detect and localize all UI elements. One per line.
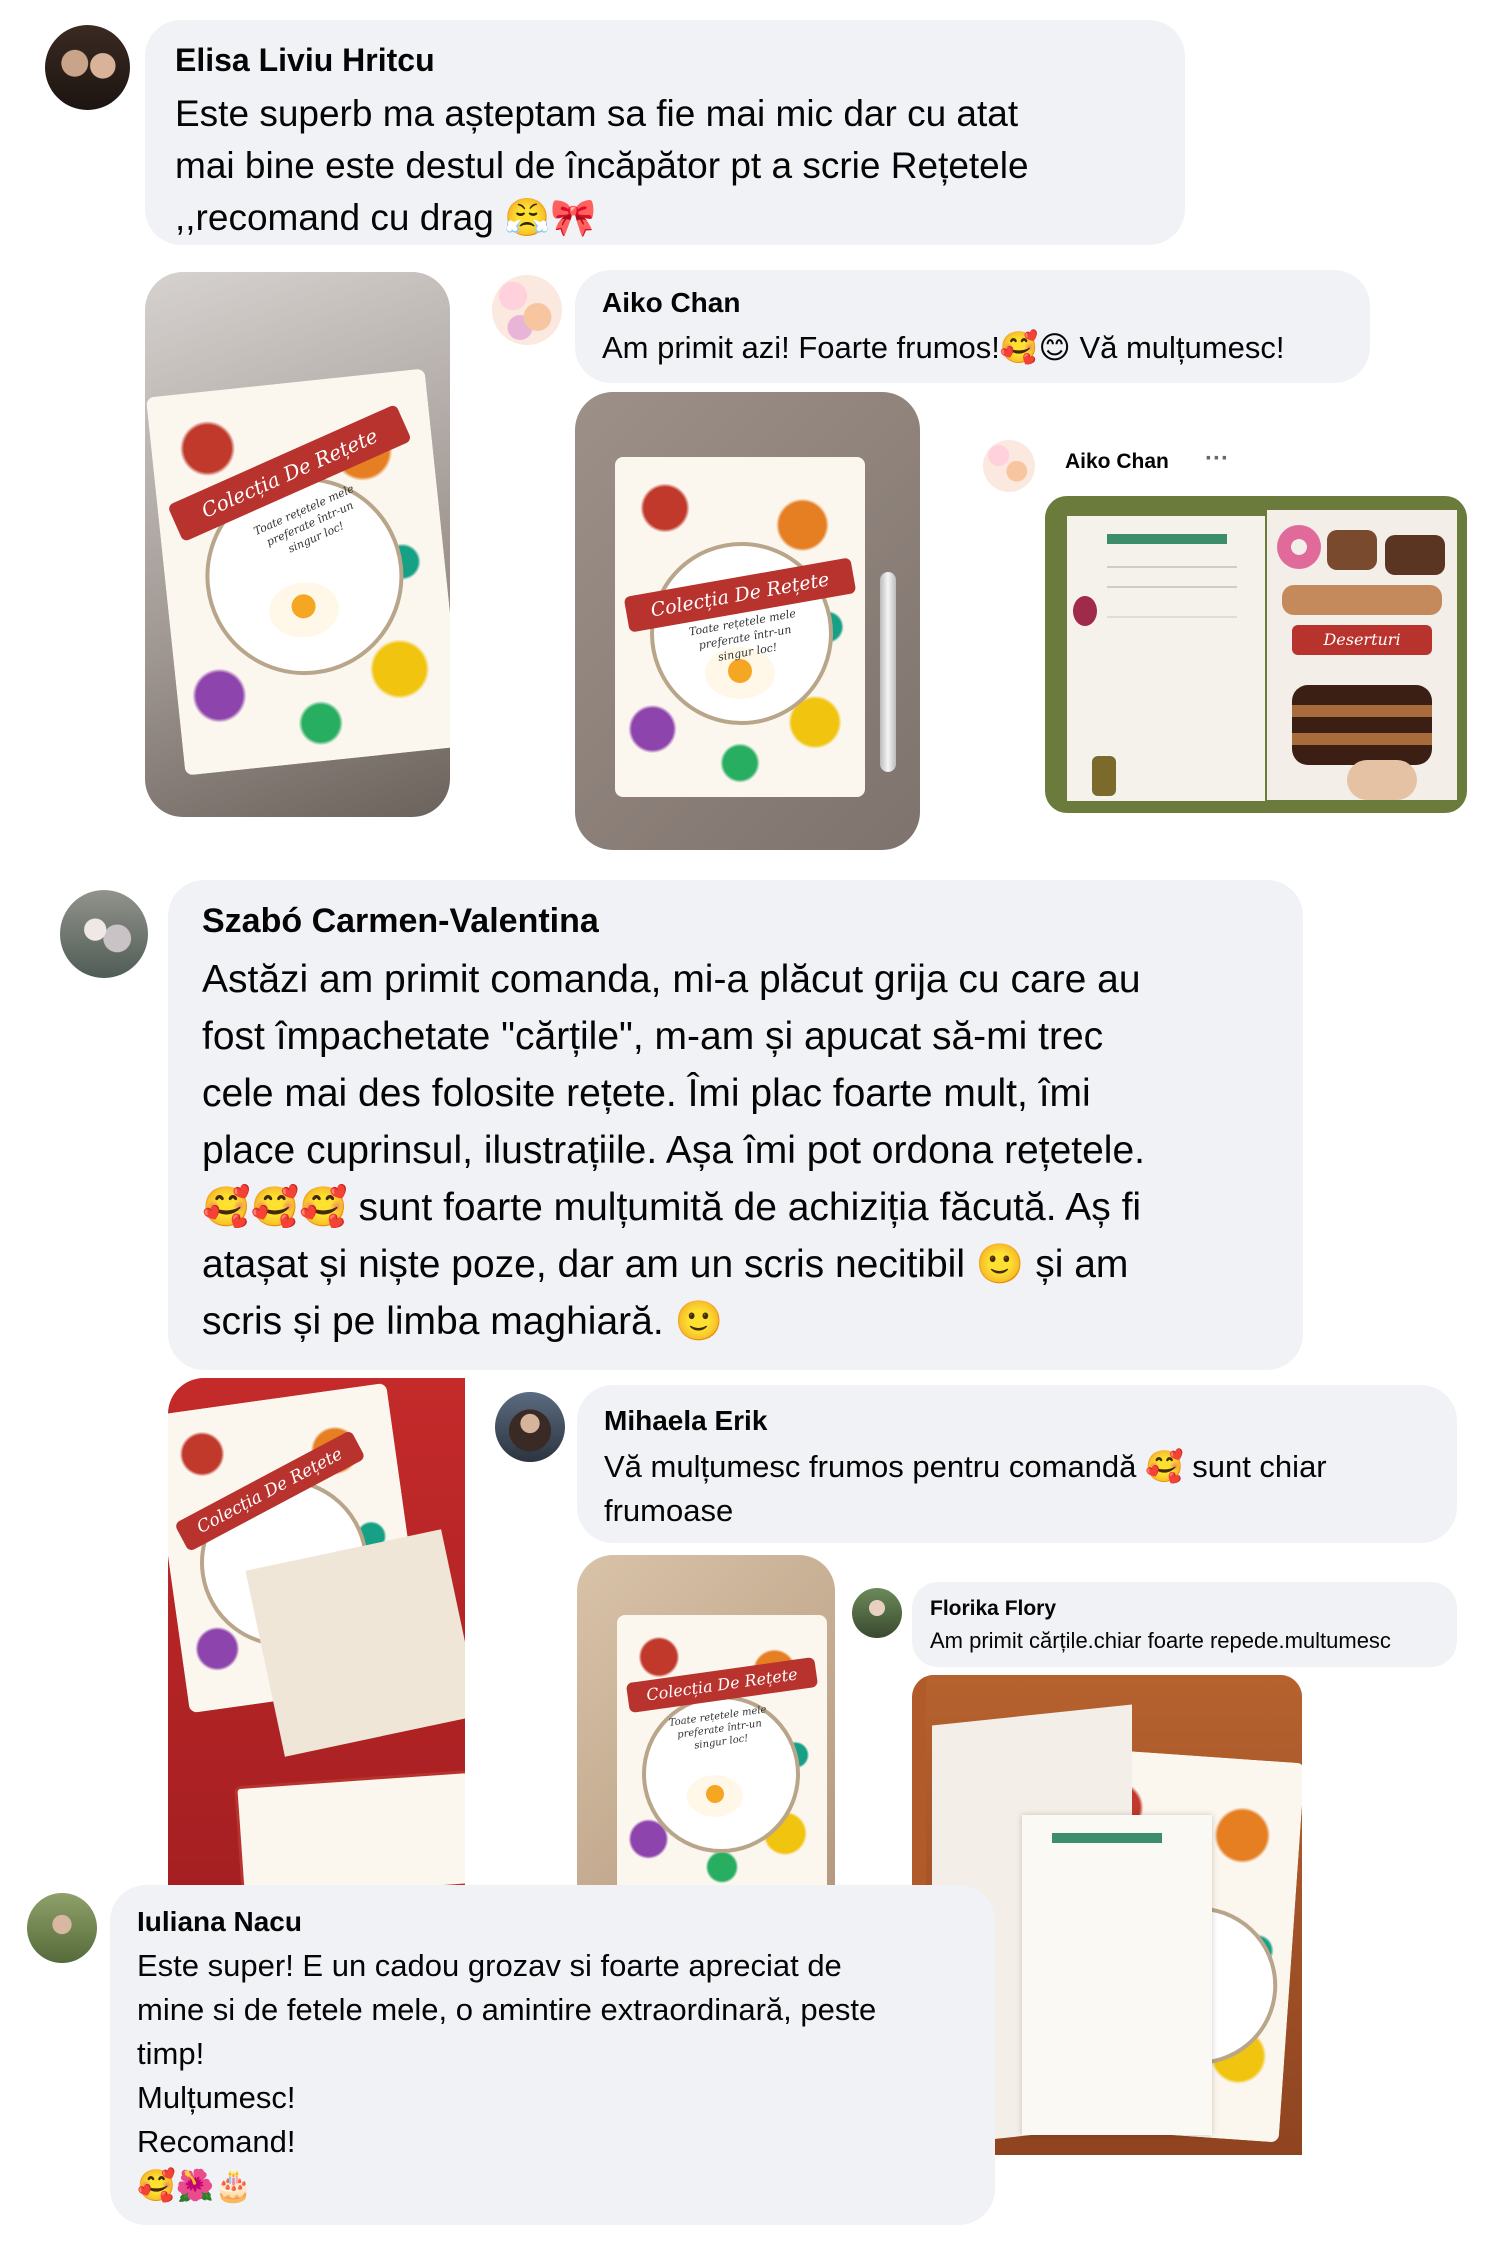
egg-yolk-illustration xyxy=(706,1785,724,1803)
comment-author-name[interactable]: Mihaela Erik xyxy=(604,1405,767,1437)
pastry-illustration xyxy=(1327,530,1377,570)
comment-text: Astăzi am primit comanda, mi-a plăcut gr… xyxy=(202,958,1145,1343)
page-header-bar xyxy=(1107,534,1227,544)
book-open-cover xyxy=(234,1769,465,1888)
comment-photo-elisa[interactable]: Colecția De Rețete Toate rețetele mele p… xyxy=(145,272,450,817)
more-options-icon[interactable]: ··· xyxy=(1205,445,1229,473)
comment-author-name[interactable]: Elisa Liviu Hritcu xyxy=(175,42,435,79)
cake-illustration xyxy=(1292,685,1432,765)
pen-illustration xyxy=(880,572,896,772)
book-cover-image: Colecția De Rețete Toate rețetele mele p… xyxy=(145,368,450,776)
sweets-illustration xyxy=(1282,585,1442,615)
post-author-name[interactable]: Aiko Chan xyxy=(1065,450,1169,474)
page-line xyxy=(1107,586,1237,588)
avatar-aiko-small[interactable] xyxy=(983,440,1035,492)
book-cover-image: Colecția De Rețete Toate rețetele mele p… xyxy=(615,457,865,797)
comment-photo-aiko-1[interactable]: Colecția De Rețete Toate rețetele mele p… xyxy=(575,392,920,850)
avatar-szabo[interactable] xyxy=(60,890,148,978)
page-line xyxy=(1107,566,1237,568)
comment-author-name[interactable]: Aiko Chan xyxy=(602,287,740,319)
avatar-iuliana[interactable] xyxy=(27,1893,97,1963)
open-book-left-page xyxy=(1067,516,1265,801)
comment-text: Am primit azi! Foarte frumos!🥰😊 Vă mulțu… xyxy=(602,330,1285,365)
pastry-illustration xyxy=(1385,535,1445,575)
comment-author-name[interactable]: Szabó Carmen-Valentina xyxy=(202,902,599,941)
beet-illustration xyxy=(1073,596,1097,626)
page-header-bar xyxy=(1052,1833,1162,1843)
page-line xyxy=(1107,616,1237,618)
comment-text: Este super! E un cadou grozav si foarte … xyxy=(137,1948,877,2203)
comment-photo-aiko-2[interactable]: Deserturi xyxy=(1045,496,1467,813)
hand-image xyxy=(1347,760,1417,800)
comment-text: Am primit cărțile.chiar foarte repede.mu… xyxy=(930,1628,1391,1653)
comment-text: Vă mulțumesc frumos pentru comandă 🥰 sun… xyxy=(604,1449,1327,1528)
donut-illustration xyxy=(1277,525,1321,569)
comment-author-name[interactable]: Florika Flory xyxy=(930,1597,1056,1621)
avatar-mihaela[interactable] xyxy=(495,1392,565,1462)
book-cover-image: Colecția De Rețete Toate rețetele mele p… xyxy=(617,1615,827,1885)
open-book-page xyxy=(1022,1815,1212,2135)
comment-photo-szabo[interactable]: Colecția De Rețete xyxy=(168,1378,465,1888)
open-book-pages xyxy=(245,1529,465,1757)
comment-text: Este superb ma așteptam sa fie mai mic d… xyxy=(175,93,1029,238)
comment-photo-mihaela[interactable]: Colecția De Rețete Toate rețetele mele p… xyxy=(577,1555,835,1885)
oil-bottle-illustration xyxy=(1092,756,1116,796)
comment-author-name[interactable]: Iuliana Nacu xyxy=(137,1906,302,1938)
open-book-right-page: Deserturi xyxy=(1267,510,1457,800)
section-title: Deserturi xyxy=(1292,625,1432,655)
avatar-elisa[interactable] xyxy=(45,25,130,110)
avatar-aiko[interactable] xyxy=(492,275,562,345)
avatar-florika[interactable] xyxy=(852,1588,902,1638)
